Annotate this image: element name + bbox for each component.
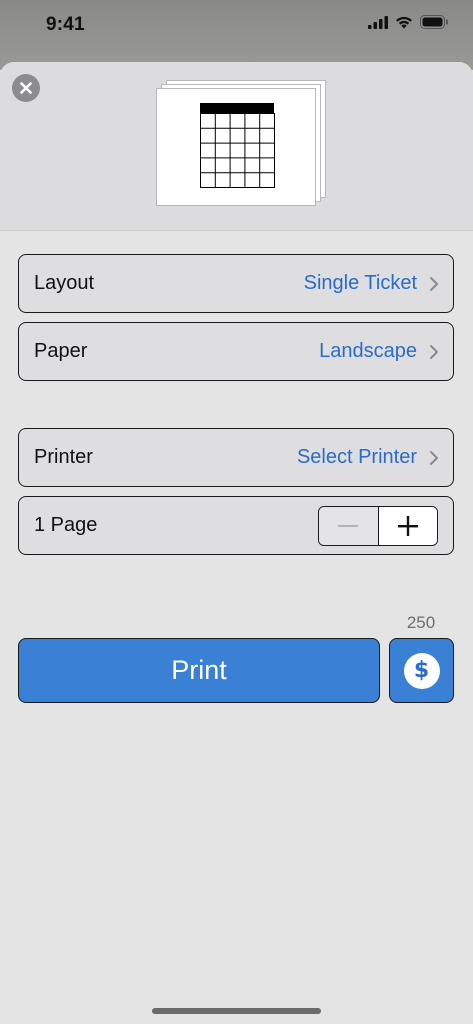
table-grid-icon — [200, 103, 275, 188]
battery-icon — [420, 15, 448, 29]
page-count-stepper[interactable] — [318, 505, 438, 546]
dollar-coin-icon: $ — [403, 652, 440, 689]
status-bar: 9:41 — [0, 0, 473, 52]
home-indicator[interactable] — [152, 1008, 321, 1014]
printer-row[interactable]: Printer Select Printer — [18, 428, 454, 487]
print-cost: 250 — [406, 613, 436, 632]
printer-label: Printer — [34, 446, 93, 468]
decrement-button[interactable] — [319, 506, 379, 545]
plus-icon — [397, 515, 418, 536]
paper-label: Paper — [34, 340, 88, 362]
wifi-icon — [396, 16, 412, 29]
page-count-row: 1 Page — [18, 496, 454, 555]
layout-value: Single Ticket — [303, 272, 417, 294]
status-icons — [368, 15, 449, 29]
print-sheet: Layout Single Ticket Paper Landscape Pri… — [0, 62, 473, 1024]
chevron-right-icon — [429, 276, 439, 292]
layout-row[interactable]: Layout Single Ticket — [18, 254, 454, 313]
paper-row[interactable]: Paper Landscape — [18, 322, 454, 381]
coin-symbol: $ — [413, 658, 430, 683]
chevron-right-icon — [429, 344, 439, 360]
printer-value: Select Printer — [296, 446, 417, 468]
print-button[interactable]: Print — [18, 638, 380, 703]
sheet-header — [0, 62, 473, 231]
status-time: 9:41 — [46, 14, 85, 35]
print-button-label: Print — [171, 655, 227, 685]
ticket-preview — [156, 80, 328, 206]
layout-label: Layout — [34, 272, 95, 294]
paper-value: Landscape — [319, 340, 417, 362]
page-count-label: 1 Page — [34, 514, 98, 536]
close-icon — [20, 82, 32, 94]
coin-button[interactable]: $ — [389, 638, 454, 703]
cellular-signal-icon — [368, 15, 388, 29]
minus-icon — [338, 524, 359, 527]
increment-button[interactable] — [378, 506, 437, 545]
chevron-right-icon — [429, 450, 439, 466]
close-button[interactable] — [12, 74, 40, 102]
preview-front-sheet — [156, 88, 316, 206]
